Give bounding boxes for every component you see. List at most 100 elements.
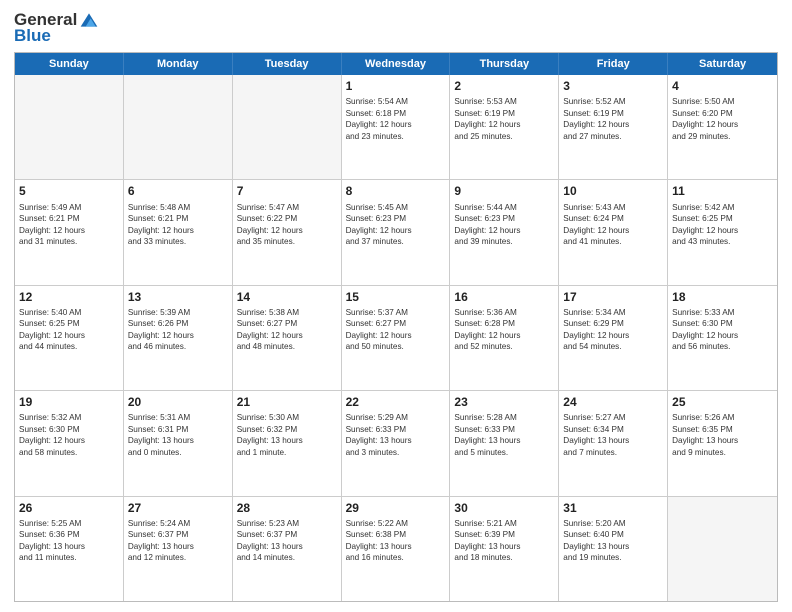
cell-text: and 3 minutes.: [346, 447, 446, 458]
cell-text: Sunrise: 5:48 AM: [128, 202, 228, 213]
cell-text: Sunrise: 5:22 AM: [346, 518, 446, 529]
cell-text: Sunrise: 5:29 AM: [346, 412, 446, 423]
day-number: 14: [237, 289, 337, 305]
page: General Blue SundayMondayTuesdayWednesda…: [0, 0, 792, 612]
cell-text: Sunset: 6:21 PM: [19, 213, 119, 224]
day-cell-14: 14Sunrise: 5:38 AMSunset: 6:27 PMDayligh…: [233, 286, 342, 390]
calendar-row-1: 1Sunrise: 5:54 AMSunset: 6:18 PMDaylight…: [15, 75, 777, 180]
day-number: 8: [346, 183, 446, 199]
logo-icon: [79, 10, 99, 30]
cell-text: Sunrise: 5:53 AM: [454, 96, 554, 107]
day-cell-2: 2Sunrise: 5:53 AMSunset: 6:19 PMDaylight…: [450, 75, 559, 179]
day-number: 25: [672, 394, 773, 410]
day-number: 18: [672, 289, 773, 305]
cell-text: Sunrise: 5:20 AM: [563, 518, 663, 529]
cell-text: Sunrise: 5:52 AM: [563, 96, 663, 107]
day-number: 20: [128, 394, 228, 410]
cell-text: Sunrise: 5:43 AM: [563, 202, 663, 213]
day-number: 15: [346, 289, 446, 305]
cell-text: Daylight: 12 hours: [672, 225, 773, 236]
cell-text: and 11 minutes.: [19, 552, 119, 563]
day-cell-26: 26Sunrise: 5:25 AMSunset: 6:36 PMDayligh…: [15, 497, 124, 601]
cell-text: Sunrise: 5:25 AM: [19, 518, 119, 529]
cell-text: Daylight: 13 hours: [454, 435, 554, 446]
cell-text: and 43 minutes.: [672, 236, 773, 247]
day-cell-29: 29Sunrise: 5:22 AMSunset: 6:38 PMDayligh…: [342, 497, 451, 601]
cell-text: Sunset: 6:20 PM: [672, 108, 773, 119]
empty-cell: [15, 75, 124, 179]
cell-text: and 0 minutes.: [128, 447, 228, 458]
cell-text: Sunset: 6:22 PM: [237, 213, 337, 224]
cell-text: Sunrise: 5:36 AM: [454, 307, 554, 318]
cell-text: Daylight: 12 hours: [346, 330, 446, 341]
cell-text: Daylight: 12 hours: [563, 225, 663, 236]
day-number: 24: [563, 394, 663, 410]
cell-text: Sunset: 6:27 PM: [237, 318, 337, 329]
cell-text: Sunset: 6:27 PM: [346, 318, 446, 329]
day-number: 10: [563, 183, 663, 199]
day-number: 17: [563, 289, 663, 305]
logo-blue-text: Blue: [14, 26, 51, 46]
cell-text: Daylight: 13 hours: [563, 541, 663, 552]
logo-area: General Blue: [14, 10, 99, 46]
day-number: 16: [454, 289, 554, 305]
day-header-saturday: Saturday: [668, 53, 777, 75]
cell-text: and 48 minutes.: [237, 341, 337, 352]
day-number: 31: [563, 500, 663, 516]
day-cell-19: 19Sunrise: 5:32 AMSunset: 6:30 PMDayligh…: [15, 391, 124, 495]
cell-text: Sunset: 6:37 PM: [128, 529, 228, 540]
day-cell-24: 24Sunrise: 5:27 AMSunset: 6:34 PMDayligh…: [559, 391, 668, 495]
cell-text: Sunset: 6:21 PM: [128, 213, 228, 224]
cell-text: and 7 minutes.: [563, 447, 663, 458]
day-number: 22: [346, 394, 446, 410]
cell-text: Daylight: 12 hours: [563, 119, 663, 130]
cell-text: Sunset: 6:38 PM: [346, 529, 446, 540]
cell-text: Daylight: 12 hours: [454, 225, 554, 236]
day-cell-18: 18Sunrise: 5:33 AMSunset: 6:30 PMDayligh…: [668, 286, 777, 390]
calendar-row-3: 12Sunrise: 5:40 AMSunset: 6:25 PMDayligh…: [15, 286, 777, 391]
cell-text: Daylight: 12 hours: [672, 119, 773, 130]
day-cell-23: 23Sunrise: 5:28 AMSunset: 6:33 PMDayligh…: [450, 391, 559, 495]
cell-text: and 14 minutes.: [237, 552, 337, 563]
cell-text: Sunset: 6:25 PM: [672, 213, 773, 224]
cell-text: Daylight: 13 hours: [19, 541, 119, 552]
cell-text: Sunset: 6:39 PM: [454, 529, 554, 540]
cell-text: Sunset: 6:23 PM: [346, 213, 446, 224]
cell-text: Sunset: 6:25 PM: [19, 318, 119, 329]
cell-text: Sunrise: 5:23 AM: [237, 518, 337, 529]
day-cell-3: 3Sunrise: 5:52 AMSunset: 6:19 PMDaylight…: [559, 75, 668, 179]
day-cell-10: 10Sunrise: 5:43 AMSunset: 6:24 PMDayligh…: [559, 180, 668, 284]
day-cell-1: 1Sunrise: 5:54 AMSunset: 6:18 PMDaylight…: [342, 75, 451, 179]
cell-text: Sunrise: 5:44 AM: [454, 202, 554, 213]
cell-text: and 52 minutes.: [454, 341, 554, 352]
cell-text: Sunrise: 5:42 AM: [672, 202, 773, 213]
cell-text: Sunrise: 5:45 AM: [346, 202, 446, 213]
cell-text: Daylight: 12 hours: [128, 330, 228, 341]
day-cell-20: 20Sunrise: 5:31 AMSunset: 6:31 PMDayligh…: [124, 391, 233, 495]
day-number: 27: [128, 500, 228, 516]
cell-text: Sunset: 6:32 PM: [237, 424, 337, 435]
cell-text: and 35 minutes.: [237, 236, 337, 247]
cell-text: Daylight: 12 hours: [454, 119, 554, 130]
day-header-monday: Monday: [124, 53, 233, 75]
calendar: SundayMondayTuesdayWednesdayThursdayFrid…: [14, 52, 778, 602]
cell-text: Daylight: 13 hours: [563, 435, 663, 446]
cell-text: Sunrise: 5:49 AM: [19, 202, 119, 213]
day-header-tuesday: Tuesday: [233, 53, 342, 75]
day-number: 28: [237, 500, 337, 516]
cell-text: and 44 minutes.: [19, 341, 119, 352]
cell-text: Sunset: 6:30 PM: [19, 424, 119, 435]
cell-text: and 37 minutes.: [346, 236, 446, 247]
cell-text: and 19 minutes.: [563, 552, 663, 563]
cell-text: Daylight: 13 hours: [346, 541, 446, 552]
day-number: 12: [19, 289, 119, 305]
cell-text: Sunset: 6:33 PM: [454, 424, 554, 435]
cell-text: Daylight: 12 hours: [563, 330, 663, 341]
empty-cell: [124, 75, 233, 179]
cell-text: Sunrise: 5:34 AM: [563, 307, 663, 318]
cell-text: Daylight: 12 hours: [128, 225, 228, 236]
calendar-row-5: 26Sunrise: 5:25 AMSunset: 6:36 PMDayligh…: [15, 497, 777, 601]
day-cell-5: 5Sunrise: 5:49 AMSunset: 6:21 PMDaylight…: [15, 180, 124, 284]
day-cell-27: 27Sunrise: 5:24 AMSunset: 6:37 PMDayligh…: [124, 497, 233, 601]
day-number: 13: [128, 289, 228, 305]
